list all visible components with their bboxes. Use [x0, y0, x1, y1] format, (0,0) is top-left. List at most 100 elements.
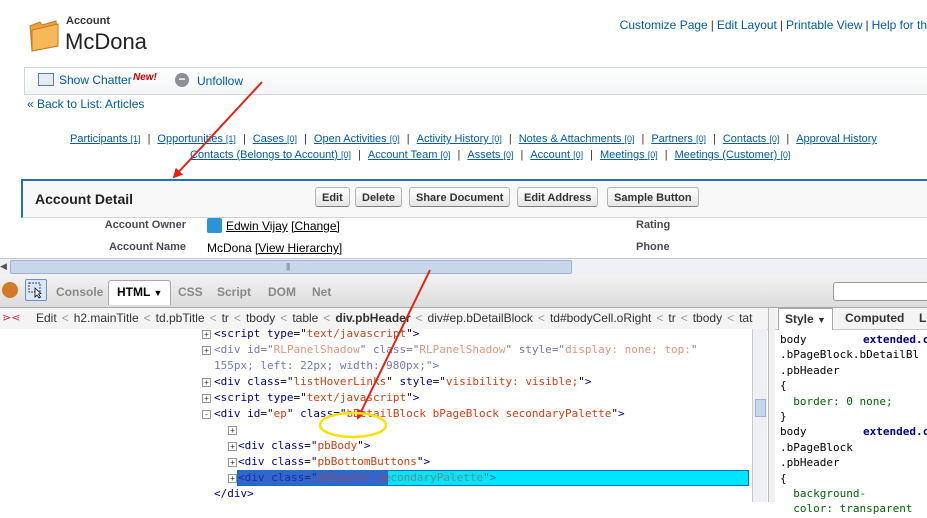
expand-icon[interactable]: + [202, 394, 211, 403]
related-link[interactable]: Partners [0] [651, 133, 706, 145]
html-tree-scroll-thumb[interactable] [755, 399, 766, 417]
expand-icon[interactable]: + [228, 458, 237, 467]
breadcrumb-item[interactable]: tr [668, 311, 675, 325]
html-node-line[interactable]: <div id="ep" class="bDetailBlock bPageBl… [214, 406, 625, 421]
firebug-bug-icon[interactable] [2, 282, 18, 298]
expand-icon[interactable]: + [228, 442, 237, 451]
breadcrumb-item[interactable]: td.pbTitle [156, 311, 205, 325]
html-node-line[interactable]: <div class="pbBody"> [238, 438, 371, 453]
related-link[interactable]: Contacts [0] [723, 133, 780, 145]
related-link[interactable]: Meetings [0] [600, 149, 658, 161]
related-link-count: [0] [695, 134, 706, 144]
unfollow-link[interactable]: Unfollow [197, 74, 243, 88]
view-hierarchy-link[interactable]: [View Hierarchy] [255, 241, 342, 255]
back-to-list-link[interactable]: « Back to List: Articles [27, 97, 144, 111]
edit-address-button[interactable]: Edit Address [517, 187, 599, 207]
attr-eq: =" [293, 391, 307, 404]
html-node-line[interactable]: 155px; left: 22px; width: 980px;"> [214, 358, 439, 373]
html-node-line[interactable]: <div class="listHoverLinks" style="visib… [214, 374, 592, 389]
html-node-line[interactable]: <script type="text/javascript"> [214, 326, 419, 341]
tab-script[interactable]: Script [217, 285, 251, 299]
html-node-line[interactable]: <div class="pbBottomButtons"> [238, 454, 430, 469]
tab-computed[interactable]: Computed [845, 311, 904, 325]
firebug-search-input[interactable] [833, 282, 927, 301]
edit-layout-link[interactable]: Edit Layout [717, 18, 777, 32]
share-document-button[interactable]: Share Document [409, 187, 511, 207]
expand-icon[interactable]: + [202, 346, 211, 355]
tab-layout[interactable]: L [919, 311, 926, 325]
related-link[interactable]: Opportunities [1] [157, 133, 236, 145]
breadcrumb-item[interactable]: Edit [36, 311, 57, 325]
breadcrumb-item[interactable]: h2.mainTitle [74, 311, 139, 325]
related-link[interactable]: Account Team [0] [368, 149, 451, 161]
expand-icon[interactable]: + [228, 474, 237, 483]
show-chatter-link[interactable]: Show Chatter [59, 73, 132, 87]
related-links-row-1: Participants [1] | Opportunities [1] | Cases… [70, 133, 877, 145]
related-link[interactable]: Meetings (Customer) [0] [675, 149, 791, 161]
attr-eq: =" [304, 439, 318, 452]
html-node-line[interactable]: <div id="RLPanelShadow" class="RLPanelSh… [214, 342, 698, 357]
breadcrumb-item[interactable]: tr [222, 311, 229, 325]
html-tree-scrollbar[interactable] [752, 329, 767, 502]
related-link[interactable]: Participants [1] [70, 133, 141, 145]
edit-button[interactable]: Edit [315, 187, 350, 207]
related-link[interactable]: Assets [0] [467, 149, 513, 161]
related-link-label: Cases [252, 133, 284, 145]
related-link-label: Assets [467, 149, 501, 161]
html-node-line[interactable]: <script type="text/javascript"> [214, 390, 419, 405]
breadcrumb-item[interactable]: div.pbHeader [335, 311, 410, 325]
breadcrumb-item[interactable]: tbody [246, 311, 275, 325]
breadcrumb-item[interactable]: div#ep.bDetailBlock [428, 311, 533, 325]
tab-net[interactable]: Net [312, 285, 331, 299]
breadcrumb-item[interactable]: tbody [693, 311, 722, 325]
delete-button[interactable]: Delete [355, 187, 403, 207]
css-source-link[interactable]: extended.cs [863, 425, 927, 438]
attr-name: class [271, 423, 305, 436]
attr-quote: " [406, 391, 413, 404]
related-link[interactable]: Cases [0] [253, 133, 297, 145]
attr-quote: " [578, 375, 585, 388]
owner-link[interactable]: Edwin Vijay [226, 219, 288, 233]
related-link-count: [0] [647, 150, 658, 160]
attr-quote: " [357, 439, 364, 452]
breadcrumb-separator: < [323, 311, 331, 325]
unfollow-icon[interactable]: − [175, 73, 189, 87]
help-link[interactable]: Help for th [872, 18, 927, 32]
tab-console[interactable]: Console [56, 285, 103, 299]
css-source-link[interactable]: extended.cs [863, 333, 927, 346]
related-link[interactable]: Account [0] [530, 149, 583, 161]
breadcrumb-item[interactable]: td#bodyCell.oRight [550, 311, 651, 325]
collapse-icon[interactable]: - [202, 410, 211, 419]
related-link[interactable]: Activity History [0] [417, 133, 502, 145]
expand-icon[interactable]: + [202, 330, 211, 339]
html-node-line[interactable]: <div class="pbFooter secondaryPalette"> [238, 470, 496, 485]
tab-css[interactable]: CSS [178, 285, 203, 299]
expand-icon[interactable]: + [228, 426, 237, 435]
tab-style[interactable]: Style ▼ [778, 308, 833, 330]
path-arrows-icon[interactable]: ⋗⋖ [2, 311, 20, 324]
scrollbar-thumb[interactable] [10, 260, 572, 274]
attr-eq: =" [260, 407, 274, 420]
customize-page-link[interactable]: Customize Page [620, 18, 708, 32]
related-link[interactable]: Notes & Attachments [0] [519, 133, 635, 145]
related-link-separator: | [457, 149, 461, 161]
related-link[interactable]: Contacts (Belongs to Account) [0] [190, 149, 351, 161]
tab-dom[interactable]: DOM [268, 285, 296, 299]
breadcrumb-item[interactable]: tat [739, 311, 752, 325]
change-owner-link[interactable]: [Change] [291, 219, 340, 233]
sample-button[interactable]: Sample Button [607, 187, 699, 207]
tab-html[interactable]: HTML ▼ [108, 280, 172, 305]
expand-icon[interactable]: + [202, 378, 211, 387]
horizontal-scrollbar[interactable]: ◀ ||| [0, 258, 927, 275]
printable-view-link[interactable]: Printable View [786, 18, 863, 32]
css-rule-line: background- [780, 487, 919, 502]
inspect-icon[interactable] [25, 279, 47, 301]
html-node-line[interactable]: </div> [214, 486, 254, 501]
html-node-line[interactable]: <div class="pbHeader"> [238, 422, 384, 437]
scroll-left-icon[interactable]: ◀ [0, 261, 7, 272]
related-link-label: Account [530, 149, 571, 161]
related-link[interactable]: Approval History [796, 133, 877, 145]
breadcrumb-item[interactable]: table [292, 311, 318, 325]
tab-dropdown-icon: ▼ [153, 288, 163, 298]
related-link[interactable]: Open Activities [0] [314, 133, 400, 145]
